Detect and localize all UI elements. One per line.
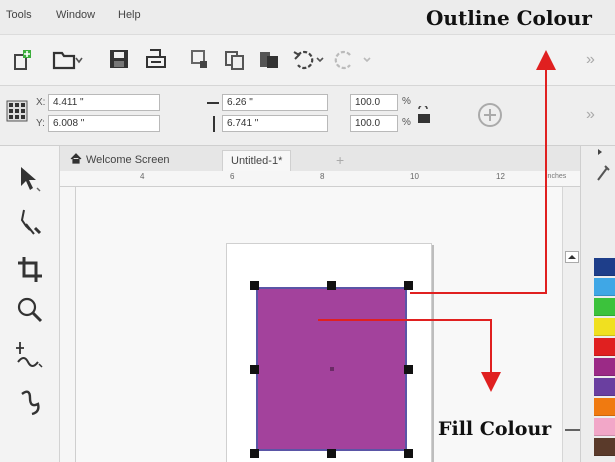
property-bar: X: 4.411 " Y: 6.008 " 6.26 " 6.741 " 100… [0, 86, 615, 146]
selection-handle[interactable] [250, 365, 259, 374]
cut-icon[interactable] [190, 49, 212, 71]
palette-swatch[interactable] [594, 278, 615, 296]
vertical-scrollbar[interactable] [562, 187, 580, 462]
zoom-tool-icon[interactable] [16, 296, 44, 326]
fill-colour-callout: Fill Colour [438, 418, 552, 440]
center-marker [330, 367, 334, 371]
selection-handle[interactable] [404, 281, 413, 290]
scale-height-field[interactable]: 100.0 [350, 115, 398, 132]
selection-handle[interactable] [327, 281, 336, 290]
palette-swatch[interactable] [594, 378, 615, 396]
ruler-tick-label: 12 [496, 172, 505, 181]
height-field[interactable]: 6.741 " [222, 115, 328, 132]
ruler-tick-label: 8 [320, 172, 325, 181]
pick-tool-icon[interactable] [16, 164, 42, 194]
scroll-up-icon[interactable] [565, 251, 579, 263]
palette-flyout-icon[interactable] [595, 162, 611, 182]
crop-tool-icon[interactable] [16, 254, 44, 286]
scale-width-field[interactable]: 100.0 [350, 94, 398, 111]
palette-swatch[interactable] [594, 418, 615, 436]
tab-untitled-1[interactable]: Untitled-1* [222, 150, 292, 171]
ruler-tick-label: 4 [140, 172, 145, 181]
x-label: X: [36, 97, 46, 108]
save-icon[interactable] [108, 48, 130, 70]
y-label: Y: [36, 118, 45, 129]
toolbox [0, 146, 60, 462]
color-palette [580, 146, 615, 462]
horizontal-ruler[interactable]: 4 6 8 10 12 inches [60, 171, 580, 187]
freehand-tool-icon[interactable] [14, 338, 46, 370]
scale-height-percent: % [402, 117, 411, 128]
print-icon[interactable] [144, 47, 168, 71]
palette-swatch[interactable] [594, 318, 615, 336]
toolbar-overflow-icon[interactable]: » [586, 51, 595, 69]
selection-handle[interactable] [404, 365, 413, 374]
home-icon [70, 153, 82, 164]
palette-swatch[interactable] [594, 398, 615, 416]
new-document-icon[interactable] [12, 48, 34, 72]
paste-icon[interactable] [258, 48, 280, 70]
height-icon [213, 116, 215, 132]
palette-swatch[interactable] [594, 438, 615, 456]
reference-point-icon[interactable] [6, 100, 28, 122]
propbar-overflow-icon[interactable]: » [586, 106, 595, 124]
scale-width-percent: % [402, 96, 411, 107]
selection-handle[interactable] [250, 281, 259, 290]
palette-swatch[interactable] [594, 358, 615, 376]
tab-welcome-label: Welcome Screen [86, 154, 170, 166]
outline-colour-callout: Outline Colour [426, 6, 592, 30]
width-field[interactable]: 6.26 " [222, 94, 328, 111]
add-preset-icon[interactable] [476, 101, 504, 129]
selection-handle[interactable] [250, 449, 259, 458]
open-folder-icon[interactable] [52, 49, 84, 71]
tab-untitled-label: Untitled-1* [231, 155, 283, 167]
palette-swatch[interactable] [594, 338, 615, 356]
standard-toolbar: » [0, 34, 615, 86]
x-position-field[interactable]: 4.411 " [48, 94, 160, 111]
menu-help[interactable]: Help [118, 9, 141, 21]
menu-tools[interactable]: Tools [6, 9, 32, 21]
palette-scroll-icon[interactable] [596, 146, 606, 156]
vertical-ruler[interactable] [60, 187, 76, 462]
palette-swatch[interactable] [594, 258, 615, 276]
artistic-media-tool-icon[interactable] [16, 386, 44, 418]
y-position-field[interactable]: 6.008 " [48, 115, 160, 132]
palette-swatch[interactable] [594, 298, 615, 316]
selection-handle[interactable] [404, 449, 413, 458]
document-tabs: Welcome Screen Untitled-1* + [60, 146, 580, 171]
shape-tool-icon[interactable] [16, 206, 44, 238]
ruler-unit: inches [546, 173, 567, 180]
width-icon [207, 102, 219, 104]
copy-icon[interactable] [224, 49, 246, 71]
selection-handle[interactable] [327, 449, 336, 458]
redo-icon[interactable] [334, 47, 374, 71]
menu-window[interactable]: Window [56, 9, 95, 21]
new-tab-button[interactable]: + [328, 150, 352, 171]
lock-ratio-icon[interactable] [416, 106, 432, 124]
ruler-tick-label: 10 [410, 172, 419, 181]
tab-welcome-screen[interactable]: Welcome Screen [62, 150, 178, 171]
ruler-tick-label: 6 [230, 172, 235, 181]
undo-icon[interactable] [290, 47, 324, 71]
